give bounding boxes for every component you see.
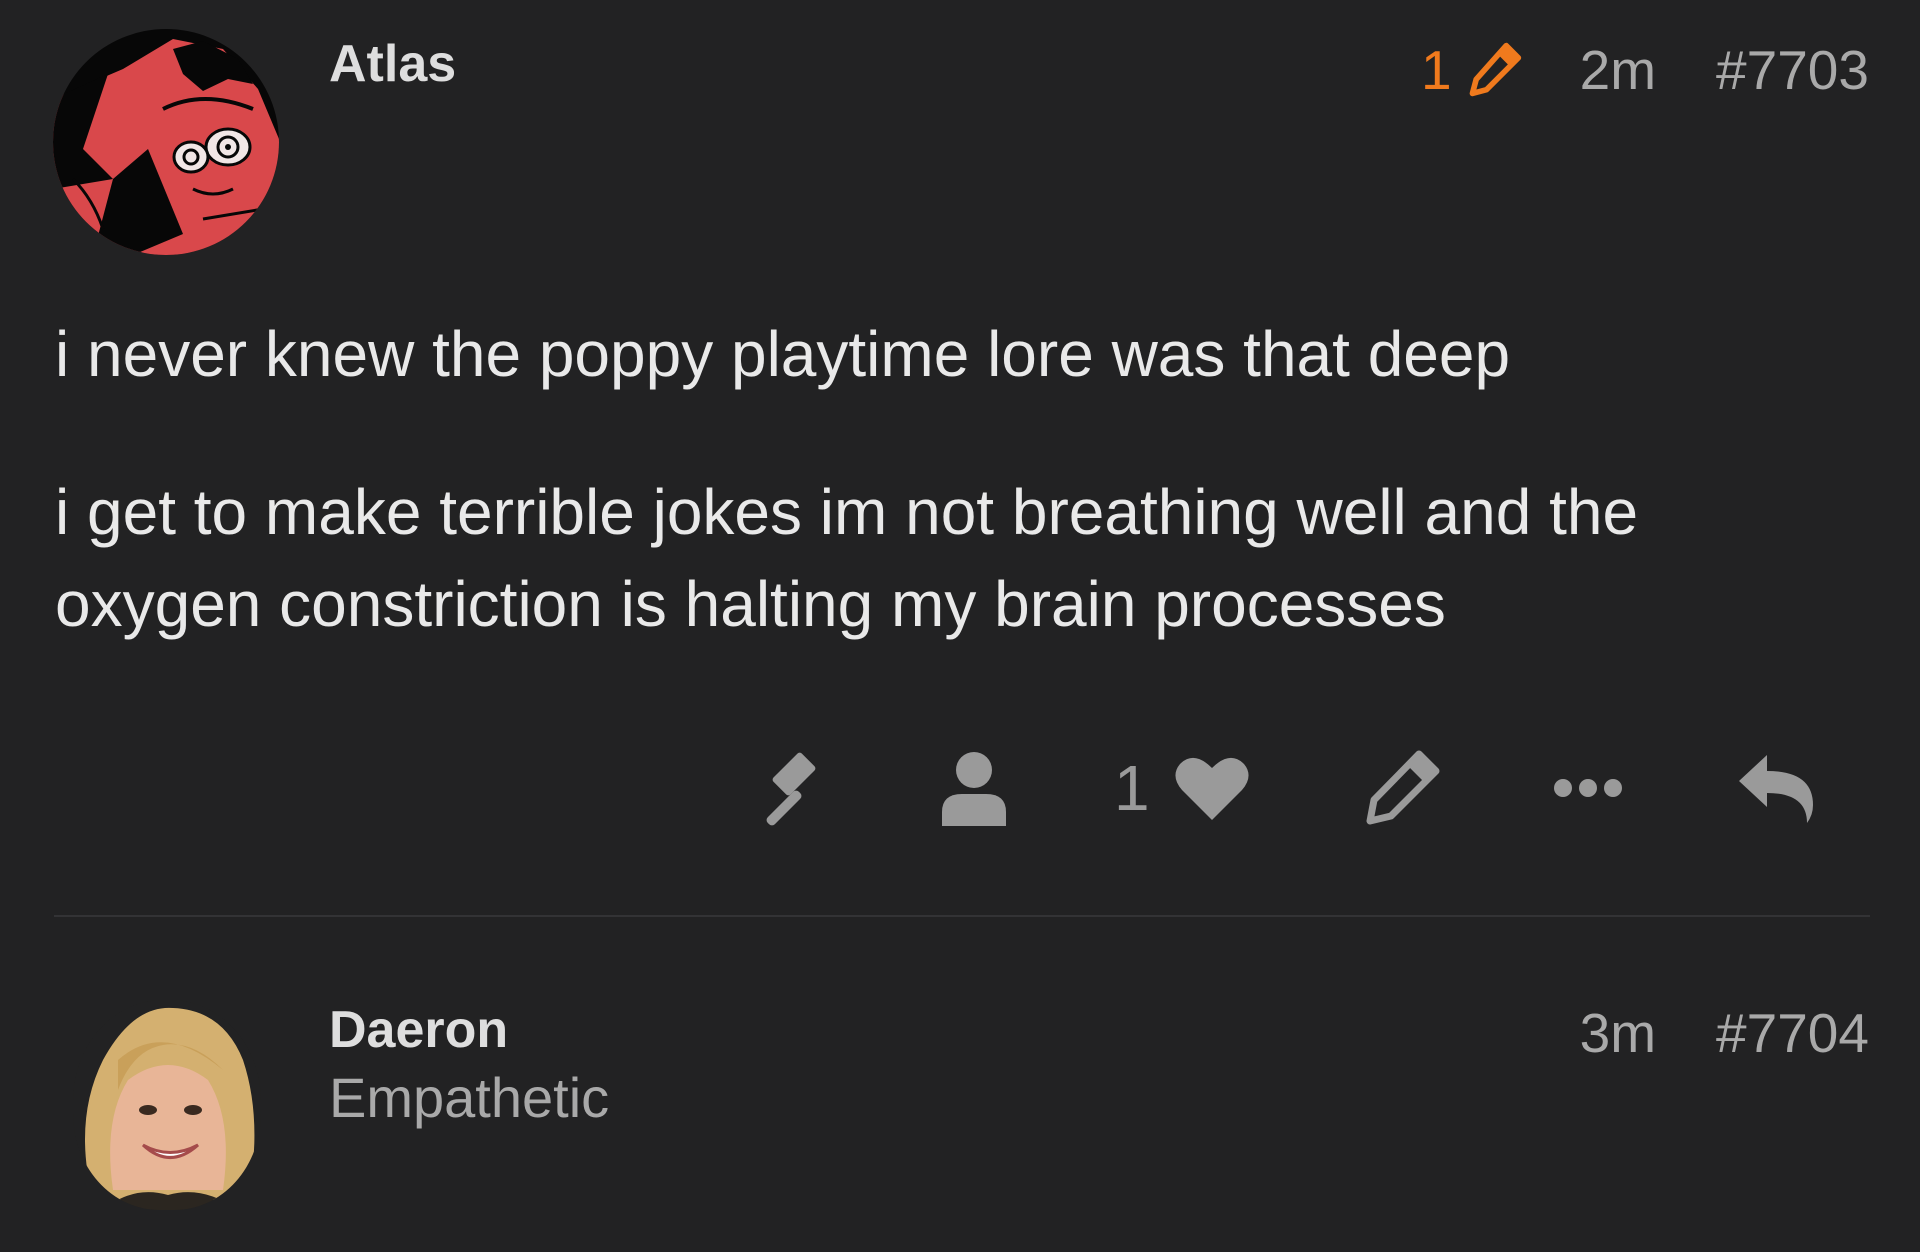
pencil-icon (1366, 750, 1440, 825)
user-avatar[interactable] (73, 1000, 261, 1210)
user-info-button[interactable] (936, 745, 1012, 831)
reply-icon (1739, 755, 1813, 823)
user-title: Empathetic (329, 1066, 610, 1129)
post-meta: 3m #7704 (1580, 1006, 1869, 1061)
user-icon (942, 752, 1006, 826)
edit-count: 1 (1421, 38, 1452, 101)
post-7704: Daeron Empathetic 3m #7704 (0, 918, 1920, 1252)
post-number[interactable]: #7703 (1716, 42, 1869, 98)
ellipsis-icon (1554, 779, 1622, 797)
moderate-button[interactable] (746, 745, 830, 831)
post-paragraph: i never knew the poppy playtime lore was… (55, 318, 1511, 390)
user-avatar[interactable] (53, 29, 279, 255)
post-paragraph: i get to make terrible jokes im not brea… (55, 476, 1639, 640)
post-meta: 1 2m #7703 (1421, 40, 1869, 100)
username[interactable]: Daeron (329, 1004, 508, 1056)
post-time[interactable]: 2m (1580, 42, 1656, 98)
pencil-icon (1469, 42, 1521, 97)
post-time[interactable]: 3m (1580, 1006, 1656, 1061)
like-button[interactable]: 1 (1106, 745, 1266, 831)
more-options-button[interactable] (1548, 745, 1628, 831)
reply-button[interactable] (1734, 745, 1818, 831)
heart-icon (1175, 757, 1249, 820)
post-number[interactable]: #7704 (1716, 1006, 1869, 1061)
post-divider (54, 915, 1870, 917)
post-actions: 1 (0, 745, 1920, 831)
post-content: i never knew the poppy playtime lore was… (55, 308, 1755, 650)
username[interactable]: Atlas (329, 38, 456, 90)
post-7703: Atlas 1 2m #7703 i never knew the poppy … (0, 0, 1920, 918)
edit-history-indicator[interactable]: 1 (1421, 40, 1524, 100)
photo-avatar (73, 1000, 261, 1210)
red-anime-character-avatar (53, 29, 279, 255)
gavel-icon (766, 752, 816, 826)
like-count: 1 (1114, 752, 1150, 824)
edit-button[interactable] (1360, 745, 1444, 831)
